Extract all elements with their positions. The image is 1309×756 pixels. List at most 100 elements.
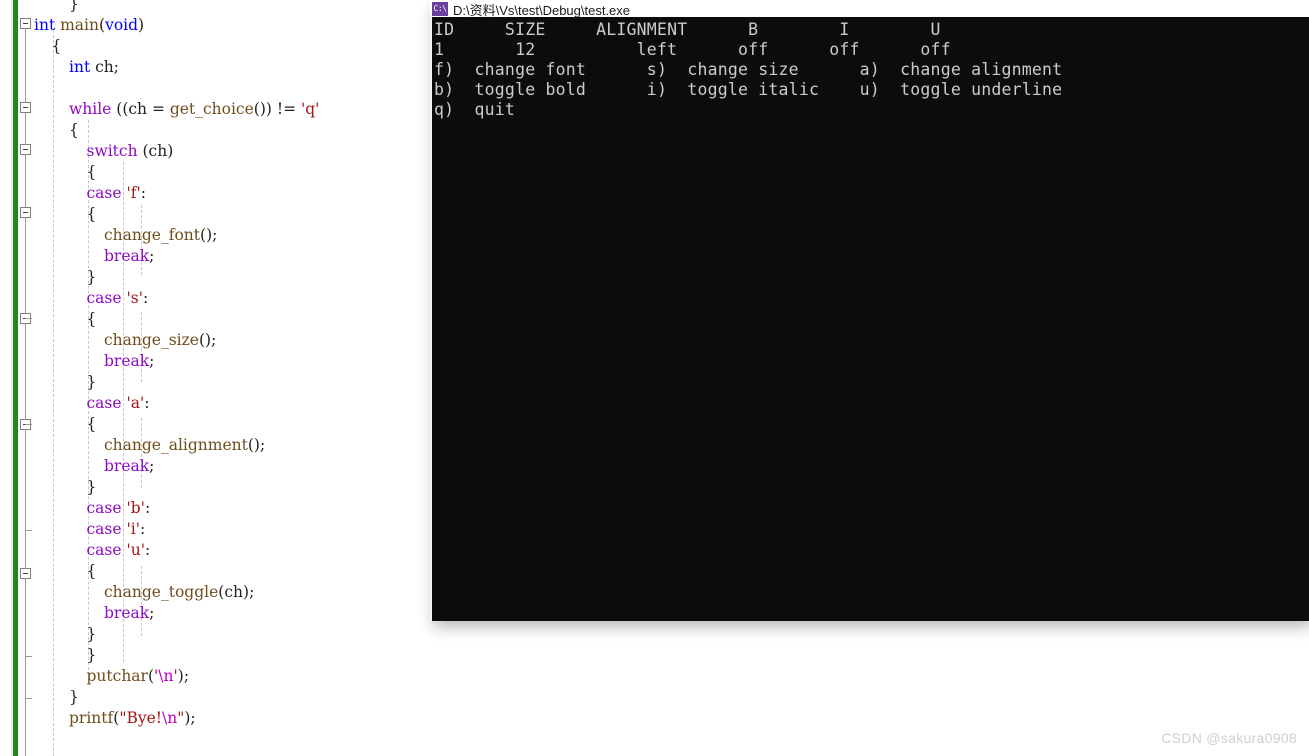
code-token: printf bbox=[69, 709, 114, 727]
watermark-text: CSDN @sakura0908 bbox=[1161, 730, 1297, 746]
code-line: break; bbox=[0, 246, 154, 267]
code-token: \n bbox=[162, 709, 178, 727]
code-token: { bbox=[86, 562, 97, 580]
code-token: { bbox=[86, 205, 97, 223]
code-token: ch bbox=[224, 583, 244, 601]
code-token: (); bbox=[198, 331, 217, 349]
code-token: : bbox=[142, 289, 149, 307]
code-token: ) bbox=[138, 16, 145, 34]
console-line: b) toggle bold i) toggle italic u) toggl… bbox=[434, 80, 1063, 99]
code-token: ((ch = bbox=[111, 100, 170, 118]
code-line: } bbox=[0, 267, 97, 288]
code-token: case bbox=[86, 184, 122, 202]
code-line: break; bbox=[0, 351, 154, 372]
code-token: break bbox=[104, 352, 150, 370]
code-token: (); bbox=[247, 436, 266, 454]
code-token: int bbox=[34, 16, 56, 34]
code-line: { bbox=[0, 309, 97, 330]
code-token: 'u' bbox=[126, 541, 146, 559]
code-line: { bbox=[0, 162, 97, 183]
code-token: } bbox=[86, 478, 97, 496]
code-token: int bbox=[69, 58, 91, 76]
code-line: } bbox=[0, 624, 97, 645]
code-token: case bbox=[86, 499, 122, 517]
code-token: } bbox=[69, 0, 79, 13]
code-line: change_alignment(); bbox=[0, 435, 265, 456]
code-token: switch bbox=[86, 142, 138, 160]
console-output-text: ID SIZE ALIGNMENT B I U1 12 left off off… bbox=[434, 20, 1062, 120]
code-token: ; bbox=[149, 457, 155, 475]
code-line: } bbox=[0, 687, 79, 708]
screen-root: } int main(void) { int ch; while ((ch = get_… bbox=[0, 0, 1309, 756]
console-titlebar[interactable]: C:\ D:\资料\Vs\test\Debug\test.exe bbox=[430, 0, 1309, 17]
code-line: int ch; bbox=[0, 57, 119, 78]
code-token: : bbox=[144, 499, 151, 517]
console-output-area[interactable]: ID SIZE ALIGNMENT B I U1 12 left off off… bbox=[430, 17, 1309, 621]
code-token: { bbox=[86, 310, 97, 328]
code-token: break bbox=[104, 457, 150, 475]
code-line: case 'i': bbox=[0, 519, 146, 540]
code-editor-pane[interactable]: } int main(void) { int ch; while ((ch = get_… bbox=[0, 0, 430, 756]
code-token: 's' bbox=[126, 289, 143, 307]
code-line: change_size(); bbox=[0, 330, 216, 351]
code-token: (); bbox=[200, 226, 218, 244]
code-token: (ch) bbox=[137, 142, 174, 160]
code-line: case 'f': bbox=[0, 183, 147, 204]
code-token: ; bbox=[149, 247, 155, 265]
code-line: } bbox=[0, 645, 97, 666]
code-token: ()) != bbox=[253, 100, 301, 118]
console-line: q) quit bbox=[434, 100, 516, 119]
code-token: : bbox=[140, 184, 146, 202]
code-token: 'q' bbox=[300, 100, 320, 118]
code-token: break bbox=[104, 604, 150, 622]
code-token: case bbox=[86, 541, 122, 559]
code-token: } bbox=[86, 646, 97, 664]
code-text-area[interactable]: } int main(void) { int ch; while ((ch = get_… bbox=[0, 0, 430, 756]
code-line: { bbox=[0, 204, 97, 225]
code-token: break bbox=[104, 247, 150, 265]
code-line: change_font(); bbox=[0, 225, 217, 246]
code-line: break; bbox=[0, 456, 154, 477]
console-line: 1 12 left off off off bbox=[434, 40, 951, 59]
code-line: } bbox=[0, 372, 97, 393]
code-line: case 'u': bbox=[0, 540, 151, 561]
code-line: { bbox=[0, 120, 79, 141]
code-token: case bbox=[86, 289, 122, 307]
code-token: \n bbox=[158, 667, 174, 685]
code-token: ; bbox=[149, 352, 155, 370]
code-line: { bbox=[0, 561, 97, 582]
console-line: f) change font s) change size a) change … bbox=[434, 60, 1063, 79]
code-line: change_toggle(ch); bbox=[0, 582, 254, 603]
code-token: ); bbox=[177, 667, 190, 685]
code-token: change_alignment bbox=[104, 436, 248, 454]
code-line: case 'b': bbox=[0, 498, 151, 519]
code-token: void bbox=[105, 16, 139, 34]
console-line: ID SIZE ALIGNMENT B I U bbox=[434, 20, 941, 39]
code-token: 'b' bbox=[126, 499, 145, 517]
code-token: } bbox=[86, 268, 97, 286]
code-token: 'a' bbox=[126, 394, 145, 412]
code-token: } bbox=[69, 688, 79, 706]
code-token: ); bbox=[184, 709, 196, 727]
code-line: case 's': bbox=[0, 288, 149, 309]
console-window[interactable]: C:\ D:\资料\Vs\test\Debug\test.exe ID SIZE… bbox=[430, 0, 1309, 621]
code-line: switch (ch) bbox=[0, 141, 174, 162]
code-token: change_size bbox=[104, 331, 199, 349]
code-token: : bbox=[145, 541, 151, 559]
code-token: 'i' bbox=[126, 520, 140, 538]
code-token: 'f' bbox=[126, 184, 141, 202]
code-line: int main(void) bbox=[0, 15, 144, 36]
code-token: { bbox=[86, 163, 97, 181]
code-token: change_toggle bbox=[104, 583, 219, 601]
code-token: { bbox=[69, 121, 79, 139]
code-line: while ((ch = get_choice()) != 'q' bbox=[0, 99, 319, 120]
code-token: "Bye! bbox=[119, 709, 162, 727]
code-token: case bbox=[86, 394, 122, 412]
code-line: } bbox=[0, 0, 79, 15]
code-token: main bbox=[60, 16, 99, 34]
code-line: printf("Bye!\n"); bbox=[0, 708, 196, 729]
code-token: change_font bbox=[104, 226, 201, 244]
code-line: { bbox=[0, 414, 97, 435]
code-token: } bbox=[86, 373, 97, 391]
